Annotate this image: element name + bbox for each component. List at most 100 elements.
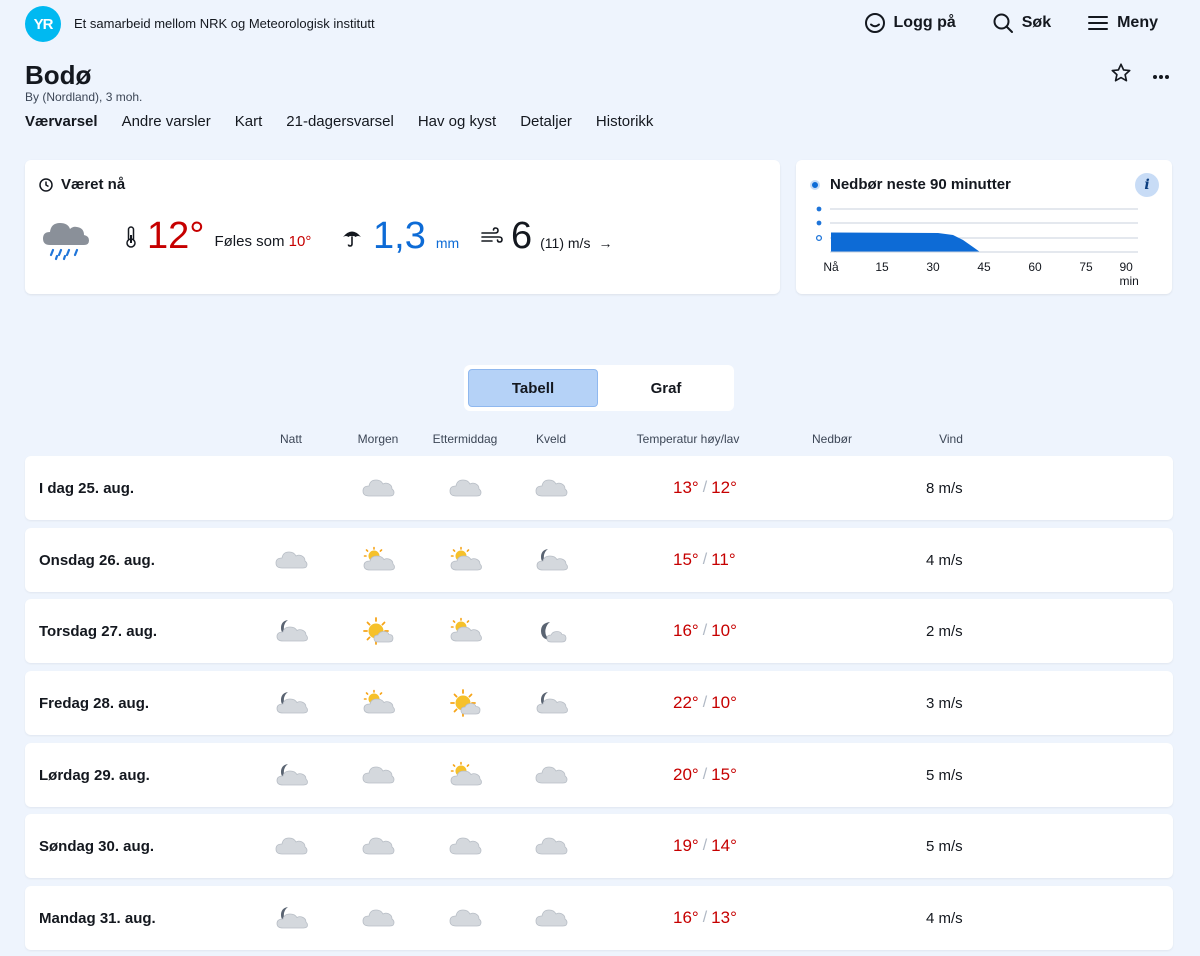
row-day: Fredag 28. aug. [39,695,150,713]
top-bar: YR Et samarbeid mellom NRK og Meteorolog… [0,0,1200,50]
wind-icon [481,226,503,243]
precipitation-90min-title: Nedbør neste 90 minutter [810,176,1011,193]
tab-kart[interactable]: Kart [235,113,263,134]
table-view-button[interactable]: Tabell [468,369,598,407]
partly-cloudy-day-icon [448,761,482,789]
thermometer-icon [126,225,136,248]
row-temperature: 15°/11° [673,550,736,570]
feels-like-value: 10° [288,233,312,250]
yr-logo[interactable]: YR [25,6,61,42]
page-title: Bodø [25,60,92,90]
forecast-table-header: Natt Morgen Ettermiddag Kveld Temperatur… [0,432,1200,448]
table-row[interactable]: Onsdag 26. aug. 15°/11° 4 m/s [25,527,1173,592]
menu-button[interactable]: Meny [1087,12,1158,34]
cloudy-icon [361,904,395,932]
partly-cloudy-night-icon [274,617,308,645]
cloudy-icon [534,474,568,502]
temp-high: 16° [673,621,699,641]
partly-cloudy-night-icon [534,689,568,717]
header-morning: Morgen [357,432,399,446]
search-icon [993,13,1013,33]
row-day: Lørdag 29. aug. [39,766,150,784]
table-row[interactable]: Lørdag 29. aug. 20°/15° 5 m/s [25,742,1173,807]
temp-separator: / [702,694,708,712]
temp-low: 12° [711,478,737,497]
row-temperature: 20°/15° [673,765,737,785]
temp-separator: / [702,837,708,855]
partly-cloudy-day-icon [361,689,395,717]
row-temperature: 19°/14° [673,836,737,856]
table-row[interactable]: Torsdag 27. aug. 16°/10° 2 m/s [25,599,1173,664]
header-precipitation: Nedbør [811,432,853,446]
temp-high: 15° [673,549,699,569]
precipitation-90min-card: Nedbør neste 90 minutter i Nå 15 30 45 6… [796,160,1172,294]
live-dot-icon [810,179,820,190]
temp-high: 16° [673,908,699,928]
menu-label: Meny [1117,14,1158,31]
temp-separator: / [702,550,708,568]
graph-view-button[interactable]: Graf [602,369,730,407]
header-afternoon: Ettermiddag [432,432,498,446]
clock-icon [39,177,53,192]
temp-low: 10° [711,693,737,713]
feels-like-label: Føles som [214,233,285,250]
header-evening: Kveld [535,432,567,446]
row-wind: 4 m/s [926,551,963,569]
partly-cloudy-day-icon [448,546,482,574]
tab-andre-varsler[interactable]: Andre varsler [122,113,211,134]
temp-separator: / [702,479,708,496]
table-row[interactable]: Mandag 31. aug. 16°/13° 4 m/s [25,886,1173,951]
partly-cloudy-night-icon [534,546,568,574]
row-day: Torsdag 27. aug. [39,623,158,641]
wind-direction-arrow-icon: → [598,234,613,251]
temp-low: 14° [711,836,737,856]
current-weather-card: Været nå 12° Føles som 10° 1,3 mm 6 (11)… [25,160,780,294]
row-day: Onsdag 26. aug. [39,551,155,569]
favorite-star-icon[interactable] [1110,62,1132,89]
tab-hav-og-kyst[interactable]: Hav og kyst [418,113,496,134]
temp-separator: / [702,765,708,783]
tab-historikk[interactable]: Historikk [596,113,654,134]
smiley-icon [864,13,885,33]
cloudy-icon [274,832,308,860]
axis-tick: 90 min [1119,260,1139,288]
table-row[interactable]: Søndag 30. aug. 19°/14° 5 m/s [25,814,1173,879]
cloudy-icon [534,832,568,860]
header-temperature: Temperatur høy/lav [636,432,740,446]
view-toggle: Tabell Graf [464,365,734,411]
tab-detaljer[interactable]: Detaljer [520,113,572,134]
hamburger-icon [1088,16,1109,30]
fair-day-icon [361,617,395,646]
tab-vaervarsel[interactable]: Værvarsel [25,113,98,134]
axis-tick: 30 [926,260,940,274]
axis-tick: Nå [823,260,839,274]
temp-separator: / [702,622,708,640]
search-button[interactable]: Søk [992,12,1051,34]
info-button[interactable]: i [1135,173,1159,197]
precipitation-unit: mm [435,234,460,251]
row-temperature: 22°/10° [673,693,737,713]
feels-like: Føles som 10° [214,233,311,250]
cloudy-icon [361,832,395,860]
top-nav: Logg på Søk Meny [864,12,1158,34]
tagline: Et samarbeid mellom NRK og Meteorologisk… [74,16,375,31]
login-button[interactable]: Logg på [864,12,956,34]
row-temperature: 16°/13° [673,908,737,928]
table-row[interactable]: Fredag 28. aug. 22°/10° 3 m/s [25,671,1173,736]
header-night: Natt [279,432,303,446]
temp-low: 15° [711,764,737,784]
tab-21-dagersvarsel[interactable]: 21-dagersvarsel [286,113,394,134]
table-row[interactable]: I dag 25. aug. 13°/12° 8 m/s [25,456,1173,520]
row-wind: 5 m/s [926,838,963,856]
temp-low: 10° [711,621,737,641]
row-day: Mandag 31. aug. [39,910,156,928]
fair-day-icon [448,689,482,717]
login-label: Logg på [893,14,956,31]
current-precipitation: 1,3 mm [341,215,459,258]
cloudy-icon [448,904,482,932]
row-wind: 2 m/s [926,623,963,641]
location-subtitle: By (Nordland), 3 moh. [25,90,143,104]
more-options-icon[interactable] [1152,67,1170,85]
row-temperature: 13°/12° [673,478,737,498]
axis-tick: 45 [977,260,991,274]
